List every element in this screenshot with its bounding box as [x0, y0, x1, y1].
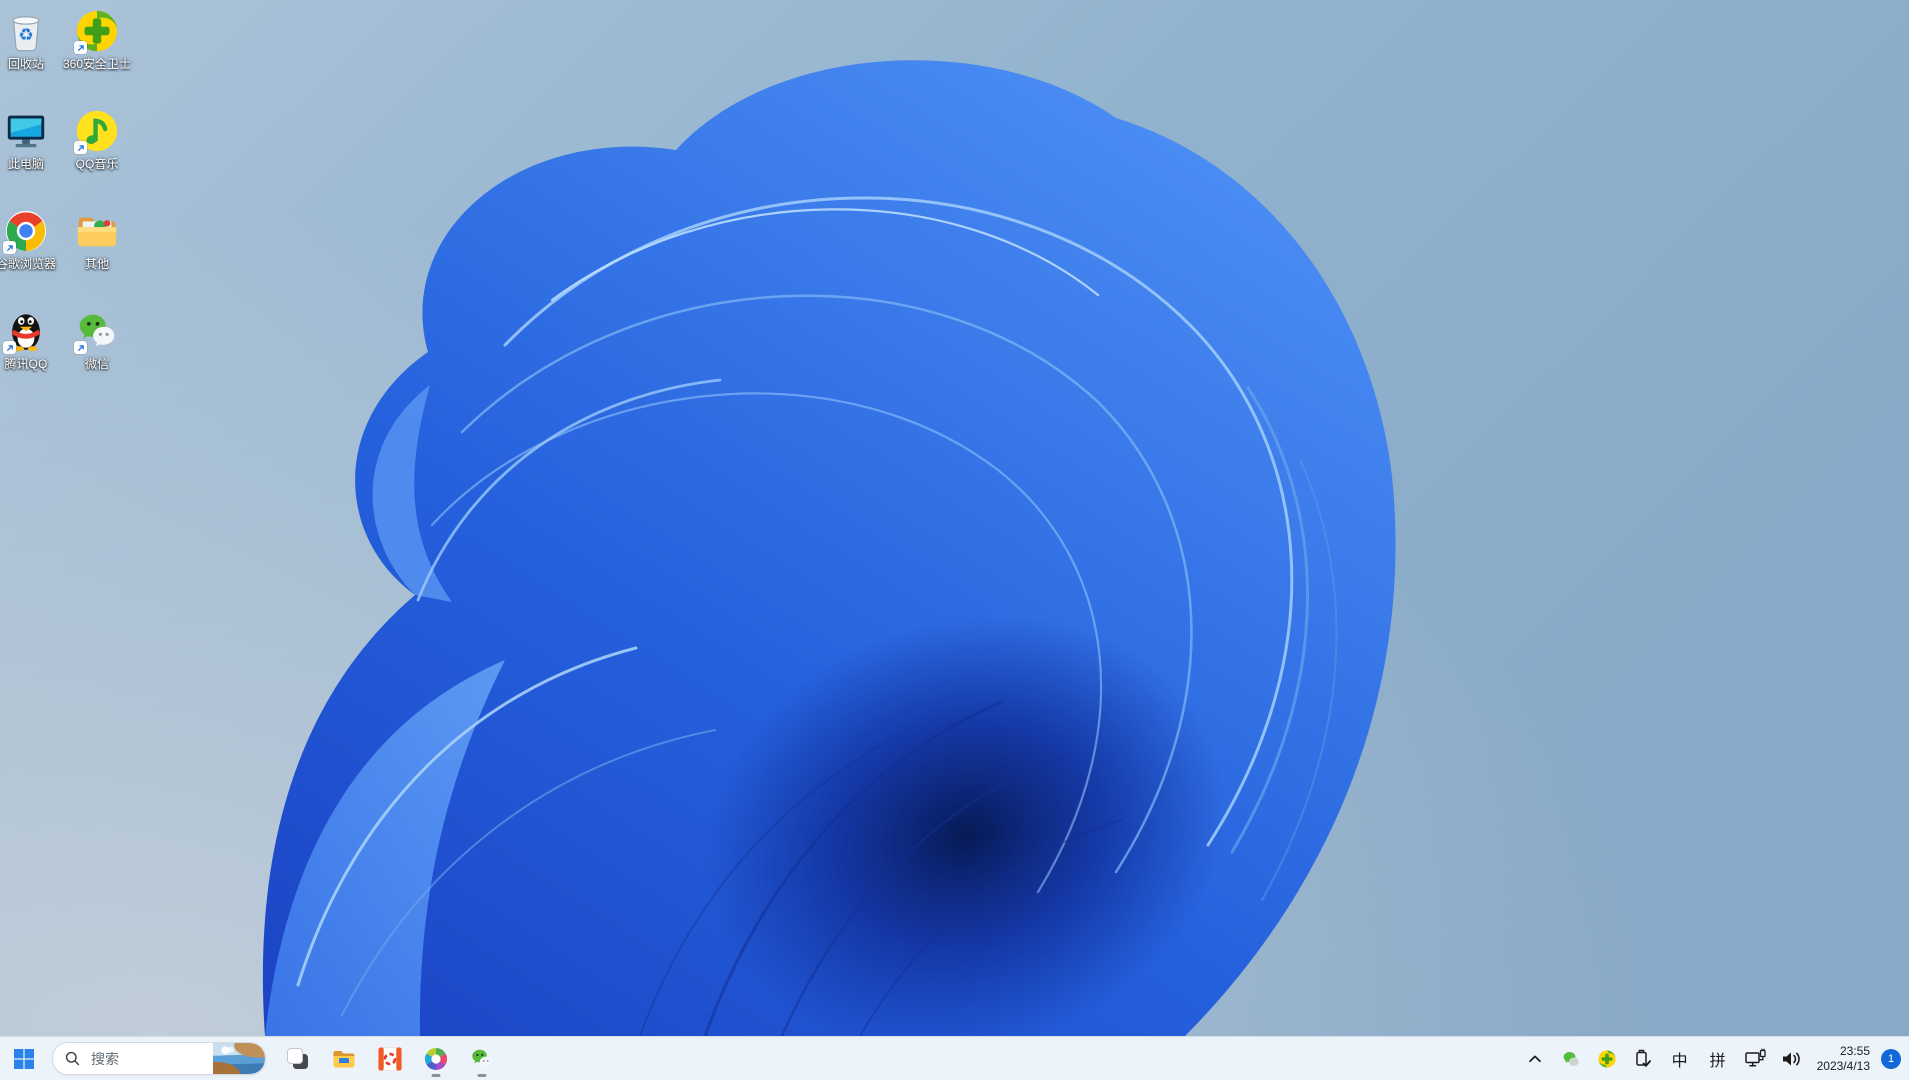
chrome-icon [3, 208, 49, 254]
ethernet-network-icon [1744, 1048, 1766, 1066]
desktop-icon-label: 谷歌浏览器 [0, 257, 56, 271]
desktop-icon-other-folder[interactable]: 其他 [53, 208, 141, 271]
desktop-icon-label: 微信 [84, 357, 109, 371]
search-highlight-image [213, 1043, 265, 1074]
ime-pinyin-indicator[interactable]: 拼 [1701, 1041, 1735, 1077]
other-folder-icon [74, 208, 120, 254]
chevron-up-icon [1528, 1055, 1541, 1062]
desktop: ♻ 回收站 360安全卫士此电脑 QQ音乐谷歌浏览器 其他腾讯QQ 微信 [0, 0, 1909, 1036]
wechat-icon [74, 308, 120, 354]
system-tray: 中 拼 23:55 2023/4/13 1 [1519, 1037, 1905, 1080]
search-icon [65, 1051, 80, 1066]
tencent-qq-icon [3, 308, 49, 354]
running-indicator [431, 1073, 440, 1077]
desktop-icon-wechat[interactable]: 微信 [53, 308, 141, 371]
desktop-icon-label: 腾讯QQ [4, 357, 48, 371]
shortcut-arrow-icon [3, 241, 16, 254]
tray-wechat[interactable] [1555, 1041, 1587, 1077]
clock-date: 2023/4/13 [1816, 1058, 1870, 1073]
speaker-icon [1782, 1052, 1800, 1065]
desktop-icon-label: 360安全卫士 [62, 57, 132, 71]
taskbar-left-cluster [0, 1037, 500, 1080]
desktop-icon-label: QQ音乐 [75, 157, 119, 171]
notification-count-badge[interactable]: 1 [1881, 1048, 1901, 1069]
wechat-icon [471, 1049, 492, 1068]
taskbar-app-wechat[interactable] [463, 1039, 500, 1079]
tray-usb-device[interactable] [1627, 1041, 1659, 1077]
clock-time: 23:55 [1839, 1043, 1870, 1058]
shortcut-arrow-icon [74, 341, 87, 354]
wallpaper-bloom [0, 0, 1909, 1036]
taskbar-app-file-explorer[interactable] [325, 1039, 362, 1079]
volume-control[interactable] [1775, 1041, 1807, 1077]
taskbar-app-task-view[interactable] [279, 1039, 316, 1079]
recycle-bin-icon: ♻ [3, 8, 49, 54]
task-view-icon [286, 1047, 308, 1069]
360-tray-icon [1598, 1050, 1616, 1067]
clock[interactable]: 23:55 2023/4/13 [1811, 1044, 1875, 1074]
desktop-icon-qq-music[interactable]: QQ音乐 [53, 108, 141, 171]
qq-music-icon [74, 108, 120, 154]
search-box[interactable] [52, 1042, 266, 1075]
desktop-icon-label: 此电脑 [7, 157, 44, 171]
desktop-icon-label: 其他 [84, 257, 109, 271]
photos-swirl-app-icon [424, 1047, 447, 1070]
start-button[interactable] [4, 1039, 44, 1079]
desktop-icon-label: 回收站 [7, 57, 44, 71]
search-input[interactable] [89, 1049, 213, 1068]
360-security-icon [74, 8, 120, 54]
this-pc-icon [3, 108, 49, 154]
usb-safely-remove-icon [1635, 1049, 1651, 1067]
network-status[interactable] [1739, 1041, 1771, 1077]
shortcut-arrow-icon [3, 341, 16, 354]
file-explorer-icon [333, 1050, 354, 1067]
taskbar-app-red-dashed-circle-app[interactable] [371, 1039, 408, 1079]
shortcut-arrow-icon [74, 41, 87, 54]
hidden-icons-chevron[interactable] [1519, 1041, 1551, 1077]
desktop-icon-360-security[interactable]: 360安全卫士 [53, 8, 141, 71]
svg-text:♻: ♻ [18, 26, 33, 46]
pinned-apps [279, 1039, 500, 1079]
taskbar: 中 拼 23:55 2023/4/13 1 [0, 1036, 1909, 1080]
windows-logo-icon [14, 1048, 34, 1069]
shortcut-arrow-icon [74, 141, 87, 154]
running-indicator [477, 1073, 486, 1077]
taskbar-app-photos-swirl-app[interactable] [417, 1039, 454, 1079]
red-dashed-circle-app-icon [377, 1046, 402, 1071]
ime-chinese-indicator[interactable]: 中 [1663, 1041, 1697, 1077]
tray-360-security[interactable] [1591, 1041, 1623, 1077]
wechat-tray-icon [1563, 1051, 1579, 1066]
